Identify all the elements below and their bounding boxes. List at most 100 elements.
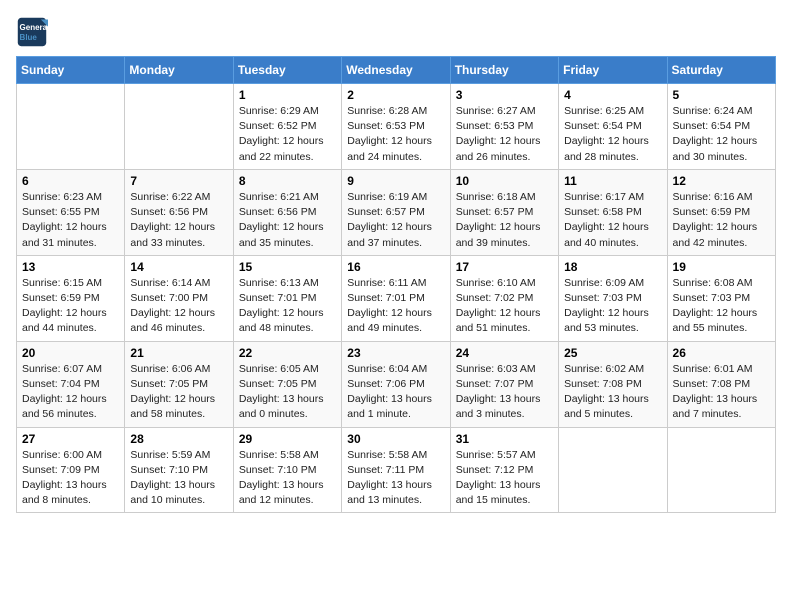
day-info: Sunrise: 6:07 AM Sunset: 7:04 PM Dayligh… [22,362,119,423]
calendar-cell: 13 Sunrise: 6:15 AM Sunset: 6:59 PM Dayli… [17,255,125,341]
day-info: Sunrise: 5:57 AM Sunset: 7:12 PM Dayligh… [456,448,553,509]
day-number: 24 [456,346,553,360]
day-info: Sunrise: 6:17 AM Sunset: 6:58 PM Dayligh… [564,190,661,251]
day-number: 31 [456,432,553,446]
day-info: Sunrise: 5:58 AM Sunset: 7:11 PM Dayligh… [347,448,444,509]
day-number: 1 [239,88,336,102]
col-header-friday: Friday [559,57,667,84]
day-info: Sunrise: 6:25 AM Sunset: 6:54 PM Dayligh… [564,104,661,165]
day-info: Sunrise: 6:16 AM Sunset: 6:59 PM Dayligh… [673,190,770,251]
day-number: 2 [347,88,444,102]
col-header-tuesday: Tuesday [233,57,341,84]
day-info: Sunrise: 6:08 AM Sunset: 7:03 PM Dayligh… [673,276,770,337]
day-info: Sunrise: 6:15 AM Sunset: 6:59 PM Dayligh… [22,276,119,337]
calendar-cell: 27 Sunrise: 6:00 AM Sunset: 7:09 PM Dayli… [17,427,125,513]
calendar-cell: 4Sunrise: 6:25 AM Sunset: 6:54 PM Daylig… [559,84,667,170]
calendar-week-row: 27 Sunrise: 6:00 AM Sunset: 7:09 PM Dayli… [17,427,776,513]
day-info: Sunrise: 6:11 AM Sunset: 7:01 PM Dayligh… [347,276,444,337]
day-number: 9 [347,174,444,188]
calendar-cell: 7Sunrise: 6:22 AM Sunset: 6:56 PM Daylig… [125,169,233,255]
day-info: Sunrise: 6:09 AM Sunset: 7:03 PM Dayligh… [564,276,661,337]
day-info: Sunrise: 6:03 AM Sunset: 7:07 PM Dayligh… [456,362,553,423]
day-number: 30 [347,432,444,446]
calendar-cell: 20 Sunrise: 6:07 AM Sunset: 7:04 PM Dayli… [17,341,125,427]
day-number: 27 [22,432,119,446]
day-number: 12 [673,174,770,188]
day-number: 10 [456,174,553,188]
day-info: Sunrise: 6:28 AM Sunset: 6:53 PM Dayligh… [347,104,444,165]
calendar-cell: 2 Sunrise: 6:28 AM Sunset: 6:53 PM Daylig… [342,84,450,170]
calendar-cell [125,84,233,170]
day-info: Sunrise: 6:13 AM Sunset: 7:01 PM Dayligh… [239,276,336,337]
col-header-wednesday: Wednesday [342,57,450,84]
calendar-cell: 16 Sunrise: 6:11 AM Sunset: 7:01 PM Dayli… [342,255,450,341]
day-info: Sunrise: 6:21 AM Sunset: 6:56 PM Dayligh… [239,190,336,251]
calendar-cell: 22Sunrise: 6:05 AM Sunset: 7:05 PM Dayli… [233,341,341,427]
day-number: 26 [673,346,770,360]
calendar-cell: 28Sunrise: 5:59 AM Sunset: 7:10 PM Dayli… [125,427,233,513]
calendar-cell [17,84,125,170]
day-number: 5 [673,88,770,102]
calendar-cell: 6 Sunrise: 6:23 AM Sunset: 6:55 PM Daylig… [17,169,125,255]
day-number: 25 [564,346,661,360]
calendar-week-row: 13 Sunrise: 6:15 AM Sunset: 6:59 PM Dayli… [17,255,776,341]
calendar-cell: 12 Sunrise: 6:16 AM Sunset: 6:59 PM Dayli… [667,169,775,255]
day-number: 13 [22,260,119,274]
calendar-cell: 8 Sunrise: 6:21 AM Sunset: 6:56 PM Daylig… [233,169,341,255]
calendar-cell: 5 Sunrise: 6:24 AM Sunset: 6:54 PM Daylig… [667,84,775,170]
day-number: 22 [239,346,336,360]
day-number: 19 [673,260,770,274]
day-info: Sunrise: 6:06 AM Sunset: 7:05 PM Dayligh… [130,362,227,423]
calendar-cell: 24 Sunrise: 6:03 AM Sunset: 7:07 PM Dayli… [450,341,558,427]
calendar-table: SundayMondayTuesdayWednesdayThursdayFrid… [16,56,776,513]
logo: General Blue [16,16,52,48]
calendar-cell: 23 Sunrise: 6:04 AM Sunset: 7:06 PM Dayli… [342,341,450,427]
day-info: Sunrise: 6:14 AM Sunset: 7:00 PM Dayligh… [130,276,227,337]
day-info: Sunrise: 6:24 AM Sunset: 6:54 PM Dayligh… [673,104,770,165]
header: General Blue [16,16,776,48]
calendar-header-row: SundayMondayTuesdayWednesdayThursdayFrid… [17,57,776,84]
calendar-cell: 15 Sunrise: 6:13 AM Sunset: 7:01 PM Dayli… [233,255,341,341]
calendar-cell: 14 Sunrise: 6:14 AM Sunset: 7:00 PM Dayli… [125,255,233,341]
calendar-cell [667,427,775,513]
day-number: 8 [239,174,336,188]
calendar-week-row: 20 Sunrise: 6:07 AM Sunset: 7:04 PM Dayli… [17,341,776,427]
day-number: 6 [22,174,119,188]
day-info: Sunrise: 6:29 AM Sunset: 6:52 PM Dayligh… [239,104,336,165]
day-info: Sunrise: 6:00 AM Sunset: 7:09 PM Dayligh… [22,448,119,509]
day-info: Sunrise: 6:23 AM Sunset: 6:55 PM Dayligh… [22,190,119,251]
svg-text:Blue: Blue [20,33,38,42]
day-info: Sunrise: 6:01 AM Sunset: 7:08 PM Dayligh… [673,362,770,423]
calendar-cell: 25 Sunrise: 6:02 AM Sunset: 7:08 PM Dayli… [559,341,667,427]
calendar-cell: 29Sunrise: 5:58 AM Sunset: 7:10 PM Dayli… [233,427,341,513]
day-info: Sunrise: 6:22 AM Sunset: 6:56 PM Dayligh… [130,190,227,251]
svg-text:General: General [20,23,48,32]
day-number: 16 [347,260,444,274]
day-info: Sunrise: 5:59 AM Sunset: 7:10 PM Dayligh… [130,448,227,509]
calendar-cell: 31 Sunrise: 5:57 AM Sunset: 7:12 PM Dayli… [450,427,558,513]
col-header-sunday: Sunday [17,57,125,84]
day-info: Sunrise: 6:27 AM Sunset: 6:53 PM Dayligh… [456,104,553,165]
day-number: 15 [239,260,336,274]
day-number: 23 [347,346,444,360]
day-number: 21 [130,346,227,360]
calendar-cell: 9Sunrise: 6:19 AM Sunset: 6:57 PM Daylig… [342,169,450,255]
day-number: 14 [130,260,227,274]
calendar-cell: 10 Sunrise: 6:18 AM Sunset: 6:57 PM Dayli… [450,169,558,255]
logo-icon: General Blue [16,16,48,48]
calendar-cell: 19 Sunrise: 6:08 AM Sunset: 7:03 PM Dayli… [667,255,775,341]
day-info: Sunrise: 6:10 AM Sunset: 7:02 PM Dayligh… [456,276,553,337]
calendar-cell: 30 Sunrise: 5:58 AM Sunset: 7:11 PM Dayli… [342,427,450,513]
col-header-monday: Monday [125,57,233,84]
calendar-week-row: 6 Sunrise: 6:23 AM Sunset: 6:55 PM Daylig… [17,169,776,255]
day-number: 11 [564,174,661,188]
day-info: Sunrise: 6:04 AM Sunset: 7:06 PM Dayligh… [347,362,444,423]
day-info: Sunrise: 6:18 AM Sunset: 6:57 PM Dayligh… [456,190,553,251]
day-number: 3 [456,88,553,102]
day-info: Sunrise: 5:58 AM Sunset: 7:10 PM Dayligh… [239,448,336,509]
day-number: 20 [22,346,119,360]
day-info: Sunrise: 6:02 AM Sunset: 7:08 PM Dayligh… [564,362,661,423]
calendar-week-row: 1 Sunrise: 6:29 AM Sunset: 6:52 PM Daylig… [17,84,776,170]
calendar-cell: 18Sunrise: 6:09 AM Sunset: 7:03 PM Dayli… [559,255,667,341]
day-number: 17 [456,260,553,274]
